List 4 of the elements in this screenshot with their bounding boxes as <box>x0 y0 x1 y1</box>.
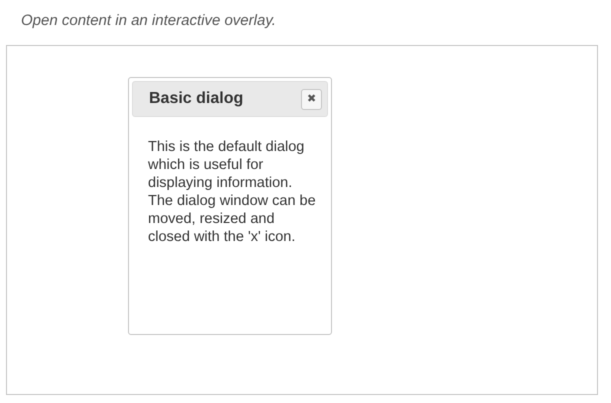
dialog-body-text: This is the default dialog which is useful for displaying information. The dialog window can be moved, resized and closed with the 'x' icon. <box>148 138 317 246</box>
dialog-title: Basic dialog <box>149 89 244 109</box>
close-button[interactable]: ✖ <box>301 88 322 110</box>
description-text: Open content in an interactive overlay. <box>21 11 276 31</box>
